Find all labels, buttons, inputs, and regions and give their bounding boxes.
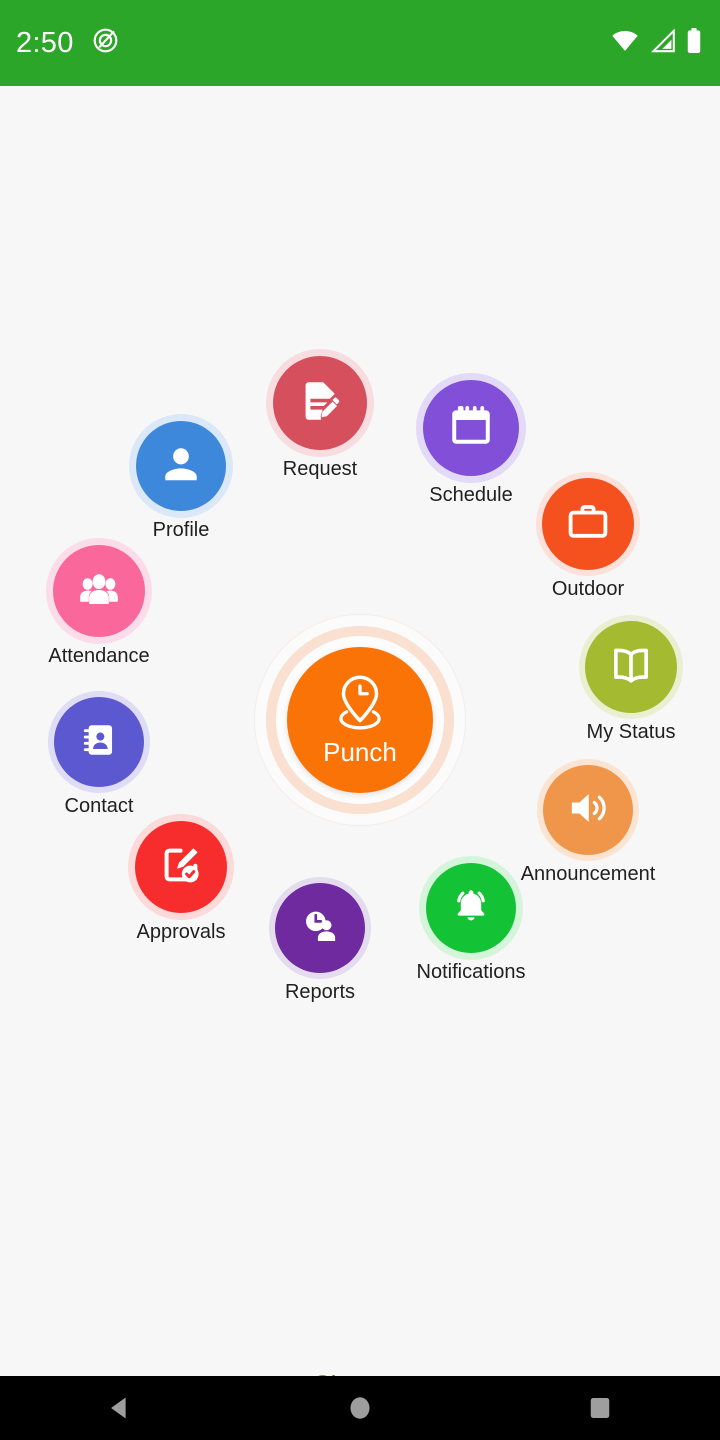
calendar-icon: [446, 401, 496, 456]
briefcase-icon: [564, 498, 612, 551]
status-bar-left: 2:50: [16, 27, 119, 60]
contact-bubble[interactable]: [54, 697, 144, 787]
my-status-bubble[interactable]: [585, 621, 677, 713]
menu-label-attendance: Attendance: [48, 645, 150, 667]
profile-bubble[interactable]: [136, 421, 226, 511]
home-circle-icon[interactable]: [312, 1376, 408, 1440]
bell-icon: [447, 882, 495, 935]
menu-label-request: Request: [282, 458, 358, 480]
wifi-icon: [610, 29, 640, 58]
battery-icon: [686, 27, 702, 59]
menu-item-request[interactable]: Request: [235, 356, 405, 480]
menu-item-my-status[interactable]: My Status: [546, 621, 716, 743]
menu-label-my-status: My Status: [586, 721, 676, 743]
document-edit-icon: [296, 377, 344, 430]
menu-label-approvals: Approvals: [136, 921, 226, 943]
status-bar-right: [610, 27, 702, 59]
open-book-icon: [608, 642, 654, 693]
person-icon: [158, 441, 204, 492]
dnd-icon: [92, 27, 119, 59]
menu-label-profile: Profile: [152, 519, 210, 541]
location-pin-clock-icon: [329, 673, 391, 736]
menu-wheel: Punch Profile Request Schedule Outdoor M…: [0, 86, 720, 1399]
status-bar-clock: 2:50: [16, 26, 74, 59]
reports-bubble[interactable]: [275, 883, 365, 973]
approvals-bubble[interactable]: [135, 821, 227, 913]
android-navigation-bar: [0, 1376, 720, 1440]
menu-item-approvals[interactable]: Approvals: [96, 821, 266, 943]
menu-label-contact: Contact: [64, 795, 134, 817]
speaker-icon: [565, 785, 611, 836]
menu-item-outdoor[interactable]: Outdoor: [503, 478, 673, 600]
notifications-bubble[interactable]: [426, 863, 516, 953]
menu-label-schedule: Schedule: [429, 484, 513, 506]
menu-item-attendance[interactable]: Attendance: [14, 545, 184, 667]
outdoor-bubble[interactable]: [542, 478, 634, 570]
contact-book-icon: [76, 717, 122, 768]
punch-button[interactable]: Punch: [255, 615, 465, 825]
menu-item-notifications[interactable]: Notifications: [386, 863, 556, 983]
punch-label: Punch: [323, 736, 397, 767]
menu-label-reports: Reports: [284, 981, 356, 1003]
menu-label-notifications: Notifications: [416, 961, 526, 983]
menu-label-outdoor: Outdoor: [551, 578, 625, 600]
group-people-icon: [75, 565, 123, 618]
menu-item-contact[interactable]: Contact: [14, 697, 184, 817]
announcement-bubble[interactable]: [543, 765, 633, 855]
attendance-bubble[interactable]: [53, 545, 145, 637]
status-bar: 2:50: [0, 0, 720, 86]
recents-square-icon[interactable]: [552, 1376, 648, 1440]
clock-person-icon: [297, 903, 343, 954]
punch-core[interactable]: Punch: [287, 647, 433, 793]
cellular-signal-icon: [649, 27, 677, 58]
request-bubble[interactable]: [273, 356, 367, 450]
app-screen: 2:50 Punch Profile Request Schedule Outd…: [0, 0, 720, 1440]
schedule-bubble[interactable]: [423, 380, 519, 476]
edit-check-icon: [157, 841, 205, 894]
back-triangle-icon[interactable]: [72, 1376, 168, 1440]
